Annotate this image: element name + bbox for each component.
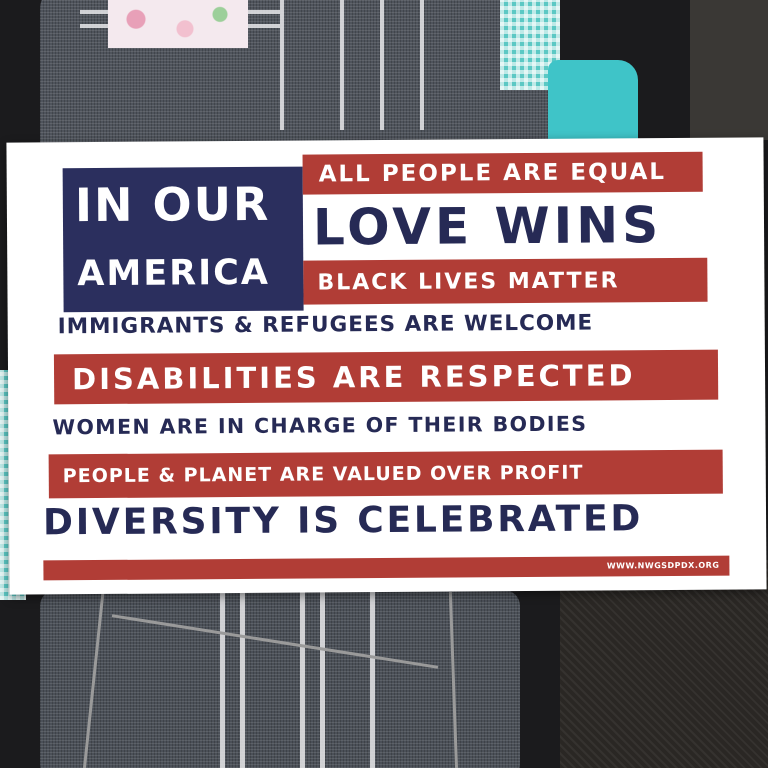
- floor-rug: [560, 560, 768, 768]
- statement-diversity-celebrated: DIVERSITY IS CELEBRATED: [42, 498, 644, 544]
- statement-people-planet-profit: PEOPLE & PLANET ARE VALUED OVER PROFIT: [62, 461, 584, 488]
- wall: [690, 0, 768, 140]
- teal-fabric: [548, 60, 638, 140]
- footer-bar: WWW.NWGSDPDX.ORG: [43, 555, 730, 581]
- statement-bar-7: PEOPLE & PLANET ARE VALUED OVER PROFIT: [48, 449, 723, 499]
- statement-disabilities-respected: DISABILITIES ARE RESPECTED: [71, 358, 636, 397]
- statement-bar-5: DISABILITIES ARE RESPECTED: [53, 349, 719, 405]
- sign-heading-line2: AMERICA: [77, 252, 271, 295]
- yard-sign: IN OUR AMERICA ALL PEOPLE ARE EQUAL LOVE…: [6, 137, 767, 595]
- blue-canton: IN OUR AMERICA: [62, 166, 304, 313]
- statement-immigrants-refugees: IMMIGRANTS & REFUGEES ARE WELCOME: [57, 310, 594, 340]
- statement-love-wins: LOVE WINS: [312, 196, 663, 257]
- sign-heading-line1: IN OUR: [74, 176, 271, 233]
- statement-all-people-are-equal: ALL PEOPLE ARE EQUAL: [318, 159, 667, 188]
- statement-women-bodies: WOMEN ARE IN CHARGE OF THEIR BODIES: [52, 411, 588, 440]
- statement-bar-3: BLACK LIVES MATTER: [303, 257, 708, 305]
- website-url: WWW.NWGSDPDX.ORG: [606, 560, 720, 571]
- statement-black-lives-matter: BLACK LIVES MATTER: [317, 267, 620, 295]
- statement-bar-1: ALL PEOPLE ARE EQUAL: [302, 151, 703, 195]
- floral-fabric: [108, 0, 248, 48]
